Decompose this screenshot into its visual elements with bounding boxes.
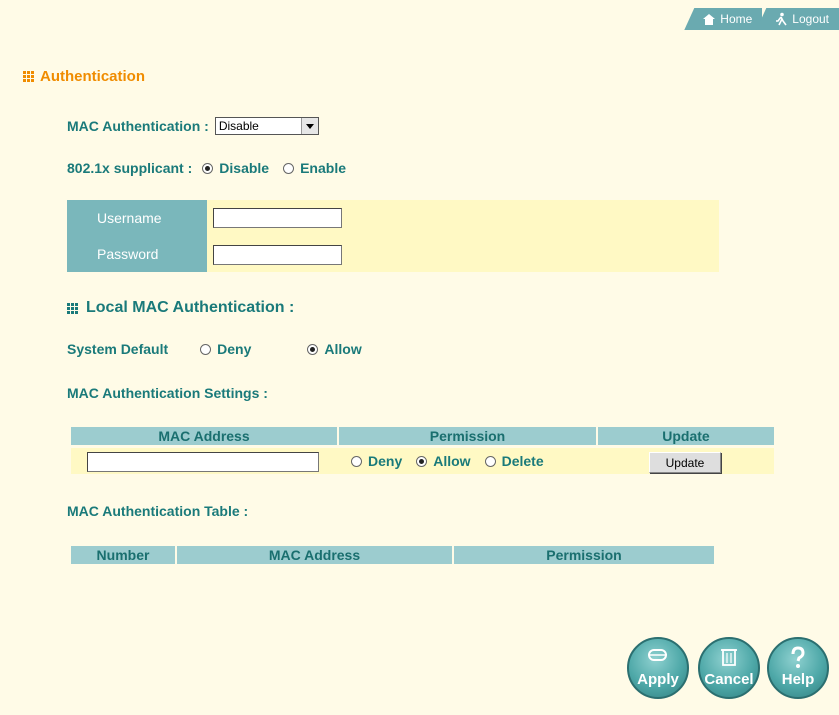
home-icon — [703, 14, 716, 25]
apply-button[interactable]: Apply — [627, 637, 689, 699]
password-input[interactable] — [213, 245, 342, 265]
permission-deny-label: Deny — [368, 453, 403, 469]
supplicant-disable-label: Disable — [219, 160, 270, 176]
system-default-deny-radio[interactable] — [200, 343, 212, 355]
system-default-allow-label: Allow — [324, 341, 362, 357]
auth-table-title: MAC Authentication Table : — [67, 503, 249, 519]
local-mac-title: Local MAC Authentication : — [67, 299, 294, 317]
username-label: Username — [97, 210, 162, 226]
settings-title: MAC Authentication Settings : — [67, 385, 268, 401]
system-default-row: System Default Deny Allow — [67, 341, 366, 357]
password-label: Password — [97, 246, 159, 262]
supplicant-row: 802.1x supplicant : Disable Enable — [67, 160, 350, 176]
home-label: Home — [720, 12, 753, 26]
mac-auth-row: MAC Authentication : Disable — [67, 117, 319, 135]
logout-icon — [776, 12, 787, 26]
settings-header-mac: MAC Address — [71, 427, 337, 445]
apply-icon — [648, 649, 667, 661]
permission-delete-label: Delete — [501, 453, 544, 469]
supplicant-enable-radio[interactable] — [283, 162, 295, 174]
auth-table-header-permission: Permission — [454, 546, 714, 564]
auth-table-header-number: Number — [71, 546, 175, 564]
permission-allow-radio[interactable] — [416, 455, 428, 467]
credentials-labels: Username Password — [67, 200, 207, 272]
local-mac-title-text: Local MAC Authentication : — [86, 299, 295, 316]
chevron-down-icon — [300, 118, 318, 134]
page-title-text: Authentication — [40, 68, 145, 85]
cancel-label: Cancel — [704, 671, 754, 688]
system-default-allow-radio[interactable] — [307, 343, 319, 355]
username-input[interactable] — [213, 208, 342, 228]
supplicant-disable-radio[interactable] — [202, 162, 214, 174]
help-button[interactable]: Help — [767, 637, 829, 699]
auth-table-header-mac: MAC Address — [177, 546, 452, 564]
permission-deny-radio[interactable] — [351, 455, 362, 467]
top-nav: Home Logout — [684, 8, 839, 30]
cancel-button[interactable]: Cancel — [698, 637, 760, 699]
supplicant-label: 802.1x supplicant : — [67, 160, 193, 176]
settings-header-update: Update — [598, 427, 774, 445]
question-mark-icon — [791, 646, 805, 668]
system-default-deny-label: Deny — [217, 341, 252, 357]
mac-auth-label: MAC Authentication : — [67, 118, 209, 134]
grid-bullet-icon — [67, 302, 78, 314]
supplicant-enable-label: Enable — [300, 160, 346, 176]
settings-header-permission: Permission — [339, 427, 596, 445]
update-button[interactable]: Update — [649, 452, 721, 473]
help-label: Help — [781, 671, 815, 688]
logout-label: Logout — [792, 12, 829, 26]
permission-delete-radio[interactable] — [484, 455, 496, 467]
system-default-label: System Default — [67, 341, 169, 357]
page-title: Authentication — [23, 68, 145, 85]
apply-label: Apply — [637, 671, 679, 688]
mac-auth-select-value: Disable — [218, 119, 259, 133]
permission-allow-label: Allow — [433, 453, 471, 469]
logout-link[interactable]: Logout — [756, 8, 839, 30]
permission-options: Deny Allow Delete — [341, 453, 548, 469]
home-link[interactable]: Home — [684, 8, 763, 30]
grid-bullet-icon — [23, 71, 34, 82]
trash-icon — [721, 649, 737, 666]
settings-row: Deny Allow Delete Update — [71, 448, 774, 474]
mac-auth-select[interactable]: Disable — [214, 117, 319, 135]
mac-address-input[interactable] — [87, 452, 319, 472]
credentials-panel: Username Password — [67, 200, 719, 272]
